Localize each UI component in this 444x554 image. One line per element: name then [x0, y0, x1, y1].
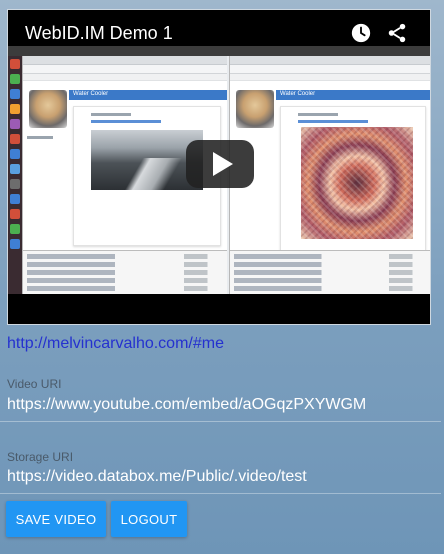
- os-top-bar: [8, 46, 430, 56]
- video-uri-label: Video URI: [7, 377, 62, 391]
- webid-link[interactable]: http://melvincarvalho.com/#me: [7, 335, 224, 353]
- divider: [0, 421, 441, 422]
- panel-title: Water Cooler: [280, 91, 316, 97]
- divider: [0, 493, 441, 494]
- browser-window-right: Water Cooler: [229, 56, 430, 294]
- video-player[interactable]: WebID.IM Demo 1 Water Cooler Water Coole…: [7, 9, 431, 325]
- app-bar: Water Cooler: [276, 90, 430, 100]
- share-icon[interactable]: [386, 22, 408, 44]
- avatar: [236, 90, 274, 128]
- play-button[interactable]: [186, 140, 254, 188]
- post-image: [301, 127, 413, 239]
- play-icon: [212, 152, 233, 176]
- post-card: [280, 106, 426, 266]
- storage-uri-field[interactable]: https://video.databox.me/Public/.video/t…: [7, 468, 307, 486]
- video-uri-field[interactable]: https://www.youtube.com/embed/aOGqzPXYWG…: [7, 396, 366, 414]
- video-title[interactable]: WebID.IM Demo 1: [25, 23, 173, 44]
- avatar: [29, 90, 67, 128]
- panel-title: Water Cooler: [73, 91, 109, 97]
- save-video-button[interactable]: SAVE VIDEO: [6, 501, 106, 537]
- devtools-panel: [230, 250, 430, 294]
- os-launcher: [8, 56, 22, 294]
- clock-icon[interactable]: [350, 22, 372, 44]
- storage-uri-label: Storage URI: [7, 450, 74, 464]
- logout-button[interactable]: LOGOUT: [111, 501, 187, 537]
- devtools-panel: [23, 250, 227, 294]
- app-bar: Water Cooler: [69, 90, 227, 100]
